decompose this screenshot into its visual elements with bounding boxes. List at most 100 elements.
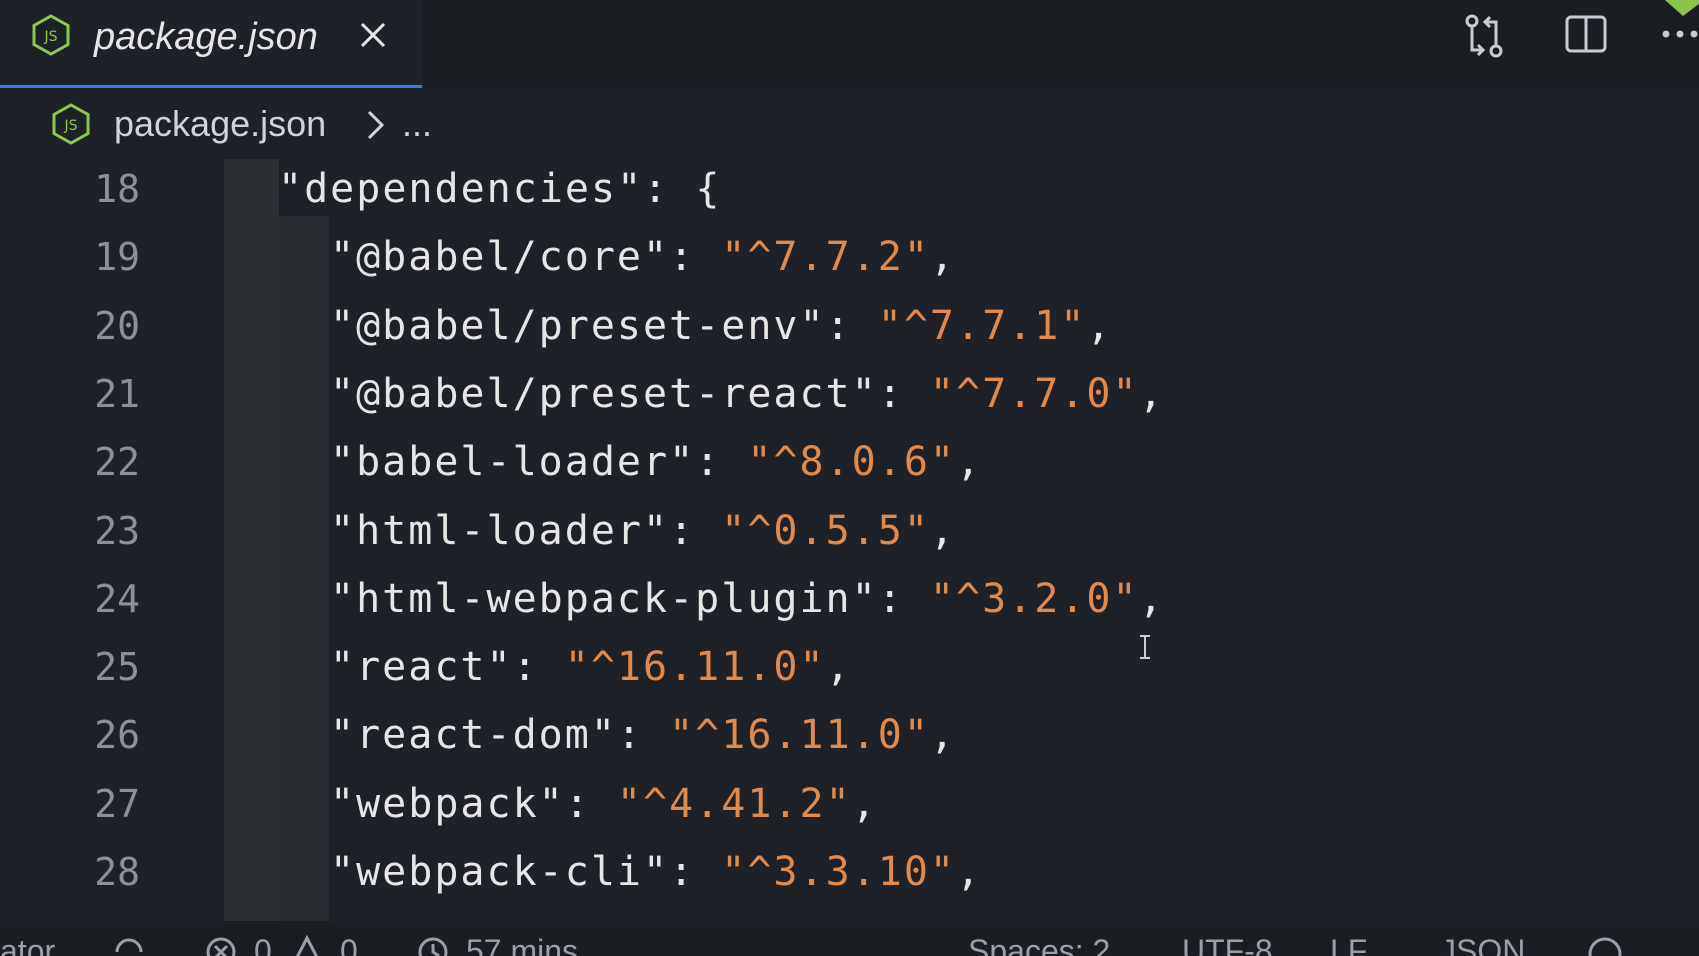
nodejs-icon: JS xyxy=(52,103,90,145)
code-text: "html-webpack-plugin": "^3.2.0", xyxy=(330,565,1165,633)
json-value: "^0.5.5" xyxy=(721,507,930,554)
code-line: 20 "@babel/preset-env": "^7.7.1", xyxy=(0,292,1699,360)
line-number: 23 xyxy=(94,508,140,553)
line-number: 18 xyxy=(94,167,140,211)
nodejs-icon: JS xyxy=(32,14,70,56)
feedback-icon[interactable] xyxy=(1586,935,1624,956)
line-number: 19 xyxy=(94,235,140,280)
json-trailing-comma: , xyxy=(929,234,956,281)
json-key: "html-webpack-plugin" xyxy=(330,575,878,622)
language-mode[interactable]: JSON xyxy=(1440,931,1525,956)
corner-accent-shape xyxy=(1665,0,1699,16)
text-cursor-icon xyxy=(1140,635,1150,659)
json-key: "dependencies" xyxy=(278,166,644,212)
json-separator: : xyxy=(512,644,565,691)
json-separator: : xyxy=(669,234,722,281)
json-key: "@babel/preset-env" xyxy=(330,302,826,349)
code-text: "@babel/preset-react": "^7.7.0", xyxy=(330,360,1165,428)
json-value: "^7.7.0" xyxy=(929,370,1139,417)
json-value: "^16.11.0" xyxy=(564,644,826,691)
json-value: { xyxy=(695,166,722,212)
line-number: 22 xyxy=(94,440,140,485)
warning-count[interactable]: 0 xyxy=(340,931,358,956)
json-value: "^3.3.10" xyxy=(721,849,956,895)
close-icon[interactable] xyxy=(356,18,390,52)
editor-tab-bar: JS package.json xyxy=(0,0,1699,88)
json-separator: : xyxy=(695,439,748,486)
json-value: "^4.41.2" xyxy=(616,780,852,827)
error-icon[interactable] xyxy=(204,935,238,956)
code-text: "webpack-cli": "^3.3.10", xyxy=(330,838,982,906)
code-line: 23 "html-loader": "^0.5.5", xyxy=(0,497,1699,565)
code-line: 25 "react": "^16.11.0", xyxy=(0,633,1699,701)
json-key: "react" xyxy=(330,644,513,691)
code-editor[interactable]: 18 "dependencies": {19 "@babel/core": "^7.… xyxy=(0,159,1699,921)
indentation-status[interactable]: Spaces: 2 xyxy=(968,931,1110,956)
json-separator: : xyxy=(669,507,722,554)
json-trailing-comma: , xyxy=(851,780,878,827)
code-line: 24 "html-webpack-plugin": "^3.2.0", xyxy=(0,565,1699,633)
code-text: "html-loader": "^0.5.5", xyxy=(330,497,956,565)
line-number: 20 xyxy=(94,303,140,348)
line-number: 21 xyxy=(94,371,140,416)
json-value: "^7.7.2" xyxy=(721,234,930,281)
json-separator: : xyxy=(616,712,670,759)
code-line: 18 "dependencies": { xyxy=(0,159,1699,223)
svg-text:JS: JS xyxy=(43,29,57,45)
sync-icon[interactable] xyxy=(112,935,146,956)
json-separator: : xyxy=(643,166,696,212)
eol-status[interactable]: LF xyxy=(1330,931,1367,956)
warning-icon[interactable] xyxy=(290,935,324,956)
breadcrumb-symbols[interactable]: ... xyxy=(402,103,432,145)
tab-package-json[interactable]: JS package.json xyxy=(0,0,422,88)
code-text: "@babel/preset-env": "^7.7.1", xyxy=(330,292,1112,360)
code-text: "react": "^16.11.0", xyxy=(330,633,852,701)
history-time[interactable]: 57 mins xyxy=(466,931,578,956)
breadcrumb: JS package.json ... xyxy=(0,91,1699,159)
split-editor-icon[interactable] xyxy=(1564,12,1608,56)
json-key: "html-loader" xyxy=(330,507,670,554)
json-key: "@babel/core" xyxy=(330,234,670,281)
line-number: 28 xyxy=(94,850,140,894)
json-separator: : xyxy=(564,780,617,827)
json-value: "^16.11.0" xyxy=(669,712,930,759)
json-separator: : xyxy=(877,370,930,417)
json-key: "babel-loader" xyxy=(330,439,696,486)
code-line: 28 "webpack-cli": "^3.3.10", xyxy=(0,838,1699,906)
json-separator: : xyxy=(877,575,930,622)
line-number: 27 xyxy=(94,781,140,826)
encoding-status[interactable]: UTF-8 xyxy=(1182,931,1273,956)
json-trailing-comma: , xyxy=(1086,302,1113,349)
status-bar: ator 0 0 57 mins Spaces: 2 UTF-8 LF JSON xyxy=(0,921,1699,956)
line-number: 25 xyxy=(94,645,140,690)
open-changes-icon[interactable] xyxy=(1462,12,1506,60)
json-key: "webpack-cli" xyxy=(330,849,670,895)
error-count[interactable]: 0 xyxy=(254,931,272,956)
json-trailing-comma: , xyxy=(825,644,852,691)
code-line: 19 "@babel/core": "^7.7.2", xyxy=(0,223,1699,291)
json-trailing-comma: , xyxy=(1138,370,1165,417)
code-line: 27 "webpack": "^4.41.2", xyxy=(0,770,1699,838)
code-line: 22 "babel-loader": "^8.0.6", xyxy=(0,428,1699,496)
more-actions-icon[interactable] xyxy=(1660,22,1699,42)
history-icon[interactable] xyxy=(414,935,450,956)
code-text: "babel-loader": "^8.0.6", xyxy=(330,428,982,496)
json-trailing-comma: , xyxy=(929,712,956,759)
breadcrumb-file[interactable]: package.json xyxy=(114,103,326,145)
json-trailing-comma: , xyxy=(955,439,983,486)
code-line: 26 "react-dom": "^16.11.0", xyxy=(0,701,1699,769)
code-text: "webpack": "^4.41.2", xyxy=(330,770,878,838)
code-text: "@babel/core": "^7.7.2", xyxy=(330,223,956,291)
json-separator: : xyxy=(825,302,878,349)
tab-title[interactable]: package.json xyxy=(94,16,318,59)
line-number: 26 xyxy=(94,713,140,758)
status-left-item[interactable]: ator xyxy=(0,931,55,956)
json-trailing-comma: , xyxy=(956,849,983,895)
json-trailing-comma: , xyxy=(929,507,956,554)
line-number: 24 xyxy=(94,576,140,621)
json-key: "@babel/preset-react" xyxy=(330,370,878,417)
json-separator: : xyxy=(669,849,722,895)
json-value: "^7.7.1" xyxy=(877,302,1087,349)
svg-text:JS: JS xyxy=(63,118,77,134)
code-line: 21 "@babel/preset-react": "^7.7.0", xyxy=(0,360,1699,428)
